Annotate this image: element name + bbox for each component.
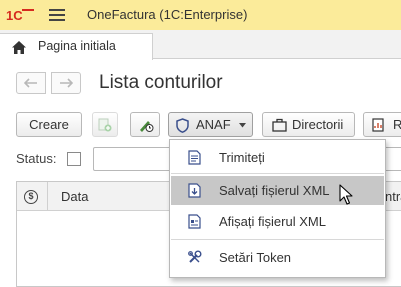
report-button[interactable]: R: [363, 112, 401, 137]
chevron-down-icon: [239, 123, 246, 128]
report-icon: [372, 118, 384, 132]
show-xml-icon: [188, 214, 201, 229]
svg-text:1С: 1С: [6, 8, 23, 22]
menu-item-send-label: Trimiteți: [219, 150, 265, 165]
shield-icon: [176, 118, 189, 133]
tab-bar: Pagina initiala: [0, 30, 401, 60]
menu-item-save-xml-label: Salvați fișierul XML: [219, 183, 330, 198]
column-header-data[interactable]: Data: [61, 189, 88, 204]
tab-home[interactable]: Pagina initiala: [0, 33, 153, 60]
status-label: Status:: [16, 151, 57, 166]
send-icon: [188, 150, 201, 165]
copy-button[interactable]: [92, 112, 118, 137]
column-divider: [47, 182, 48, 211]
anaf-button-label: ANAF: [196, 117, 231, 132]
save-xml-icon: [188, 183, 201, 198]
menu-item-token-settings[interactable]: Setări Token: [171, 243, 384, 272]
home-icon: [12, 41, 26, 54]
menu-item-send[interactable]: Trimiteți: [171, 143, 384, 172]
add-copy-icon: [98, 118, 112, 132]
menu-separator: [171, 239, 384, 240]
title-bar: 1С OneFactura (1C:Enterprise): [0, 0, 401, 30]
arrow-right-icon: [60, 78, 74, 88]
anaf-dropdown-menu: Trimiteți Salvați fișierul XML Afișați f…: [169, 139, 386, 278]
anaf-dropdown-button[interactable]: ANAF: [168, 112, 253, 137]
forward-button[interactable]: [51, 72, 81, 94]
pencil-clock-icon: [140, 121, 154, 132]
token-settings-icon: [188, 250, 202, 263]
back-button[interactable]: [16, 72, 46, 94]
status-checkbox[interactable]: [67, 152, 81, 166]
menu-item-show-xml[interactable]: Afișați fișierul XML: [171, 207, 384, 236]
menu-separator: [171, 173, 384, 174]
report-button-label: R: [393, 117, 401, 132]
directories-button[interactable]: Directorii: [262, 112, 355, 137]
main-menu-icon[interactable]: [49, 9, 65, 21]
column-header-partial[interactable]: ntra: [385, 189, 401, 204]
page-title: Lista conturilor: [99, 72, 223, 93]
app-title: OneFactura (1C:Enterprise): [87, 7, 248, 22]
mouse-cursor-icon: [339, 184, 353, 205]
menu-item-show-xml-label: Afișați fișierul XML: [219, 214, 326, 229]
directories-button-label: Directorii: [292, 117, 344, 132]
currency-icon[interactable]: $: [24, 190, 38, 204]
create-button[interactable]: Creare: [16, 112, 82, 137]
1c-logo-icon: 1С: [6, 8, 34, 22]
edit-button[interactable]: [130, 112, 160, 137]
briefcase-icon: [272, 118, 287, 132]
arrow-left-icon: [23, 78, 37, 88]
menu-item-token-settings-label: Setări Token: [219, 250, 292, 265]
tab-home-label: Pagina initiala: [38, 39, 116, 53]
